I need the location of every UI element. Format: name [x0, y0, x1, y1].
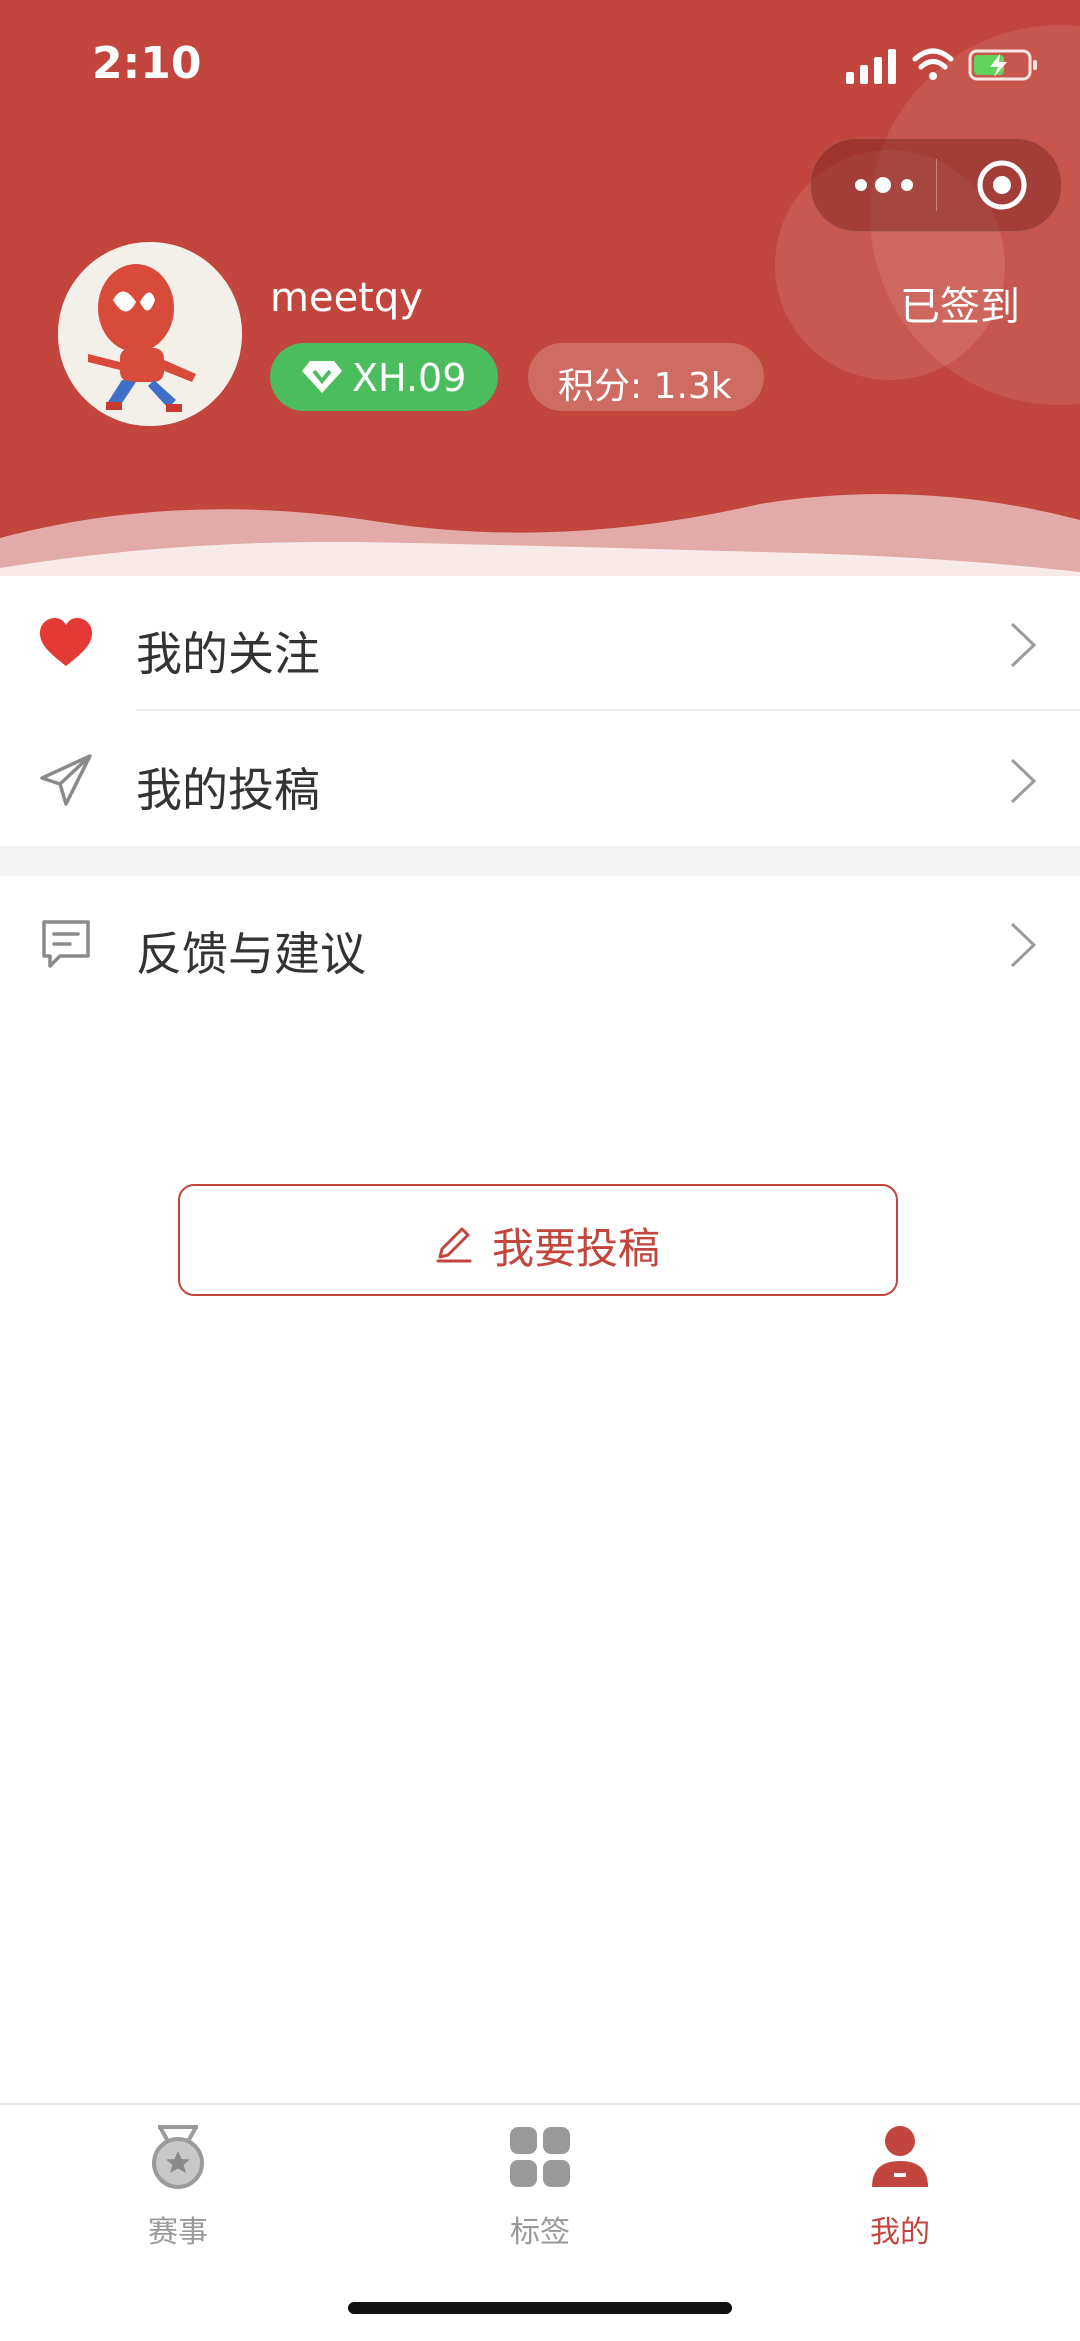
submit-article-button[interactable]: 我要投稿 — [178, 1184, 898, 1296]
username: meetqy — [270, 275, 423, 321]
signal-icon — [846, 49, 896, 84]
more-icon[interactable] — [849, 165, 933, 205]
capsule-divider — [936, 159, 937, 211]
status-time: 2:10 — [92, 38, 202, 89]
medal-icon — [152, 2125, 204, 2189]
tab-label: 赛事 — [148, 2215, 208, 2250]
tab-events[interactable]: 赛事 — [58, 2125, 298, 2255]
points-badge: 积分: 1.3k — [528, 343, 764, 411]
submit-button-label: 我要投稿 — [492, 1224, 661, 1273]
points-text: 积分: 1.3k — [558, 366, 732, 407]
miniprogram-capsule — [810, 138, 1062, 232]
header-wave — [0, 494, 1080, 580]
chevron-right-icon — [1010, 622, 1037, 668]
chevron-right-icon — [1010, 758, 1037, 804]
section-gap — [0, 846, 1080, 876]
battery-icon — [968, 49, 1037, 81]
menu-item-label: 我的投稿 — [136, 763, 320, 817]
tab-label: 标签 — [510, 2215, 570, 2250]
menu-item-following[interactable]: 我的关注 — [0, 576, 1080, 710]
wifi-icon — [912, 48, 954, 80]
tab-label: 我的 — [870, 2215, 930, 2250]
diamond-icon — [302, 361, 342, 393]
home-indicator — [348, 2302, 732, 2314]
message-square-icon — [42, 920, 90, 968]
level-text: XH.09 — [352, 356, 467, 400]
paper-plane-icon — [40, 754, 92, 806]
tab-mine[interactable]: 我的 — [780, 2125, 1020, 2255]
menu-item-label: 我的关注 — [136, 627, 320, 681]
heart-icon — [40, 618, 92, 666]
grid-icon — [510, 2127, 570, 2187]
menu-item-label: 反馈与建议 — [136, 927, 366, 981]
status-icons — [846, 48, 1037, 84]
menu-item-feedback[interactable]: 反馈与建议 — [0, 876, 1080, 1010]
avatar[interactable] — [58, 242, 242, 426]
user-icon — [872, 2126, 928, 2187]
divider — [136, 709, 1080, 711]
spiderman-avatar-image — [58, 242, 242, 426]
pencil-icon — [436, 1227, 472, 1263]
tab-tags[interactable]: 标签 — [420, 2125, 660, 2255]
level-badge: XH.09 — [270, 343, 498, 411]
signin-status[interactable]: 已签到 — [900, 274, 1020, 332]
tab-bar: 赛事 标签 我的 — [0, 2103, 1080, 2341]
close-target-icon[interactable] — [974, 157, 1030, 213]
menu-item-submissions[interactable]: 我的投稿 — [0, 712, 1080, 846]
profile-header: 2:10 meetqy 已签到 XH.09 积分: 1.3k — [0, 0, 1080, 580]
chevron-right-icon — [1010, 922, 1037, 968]
